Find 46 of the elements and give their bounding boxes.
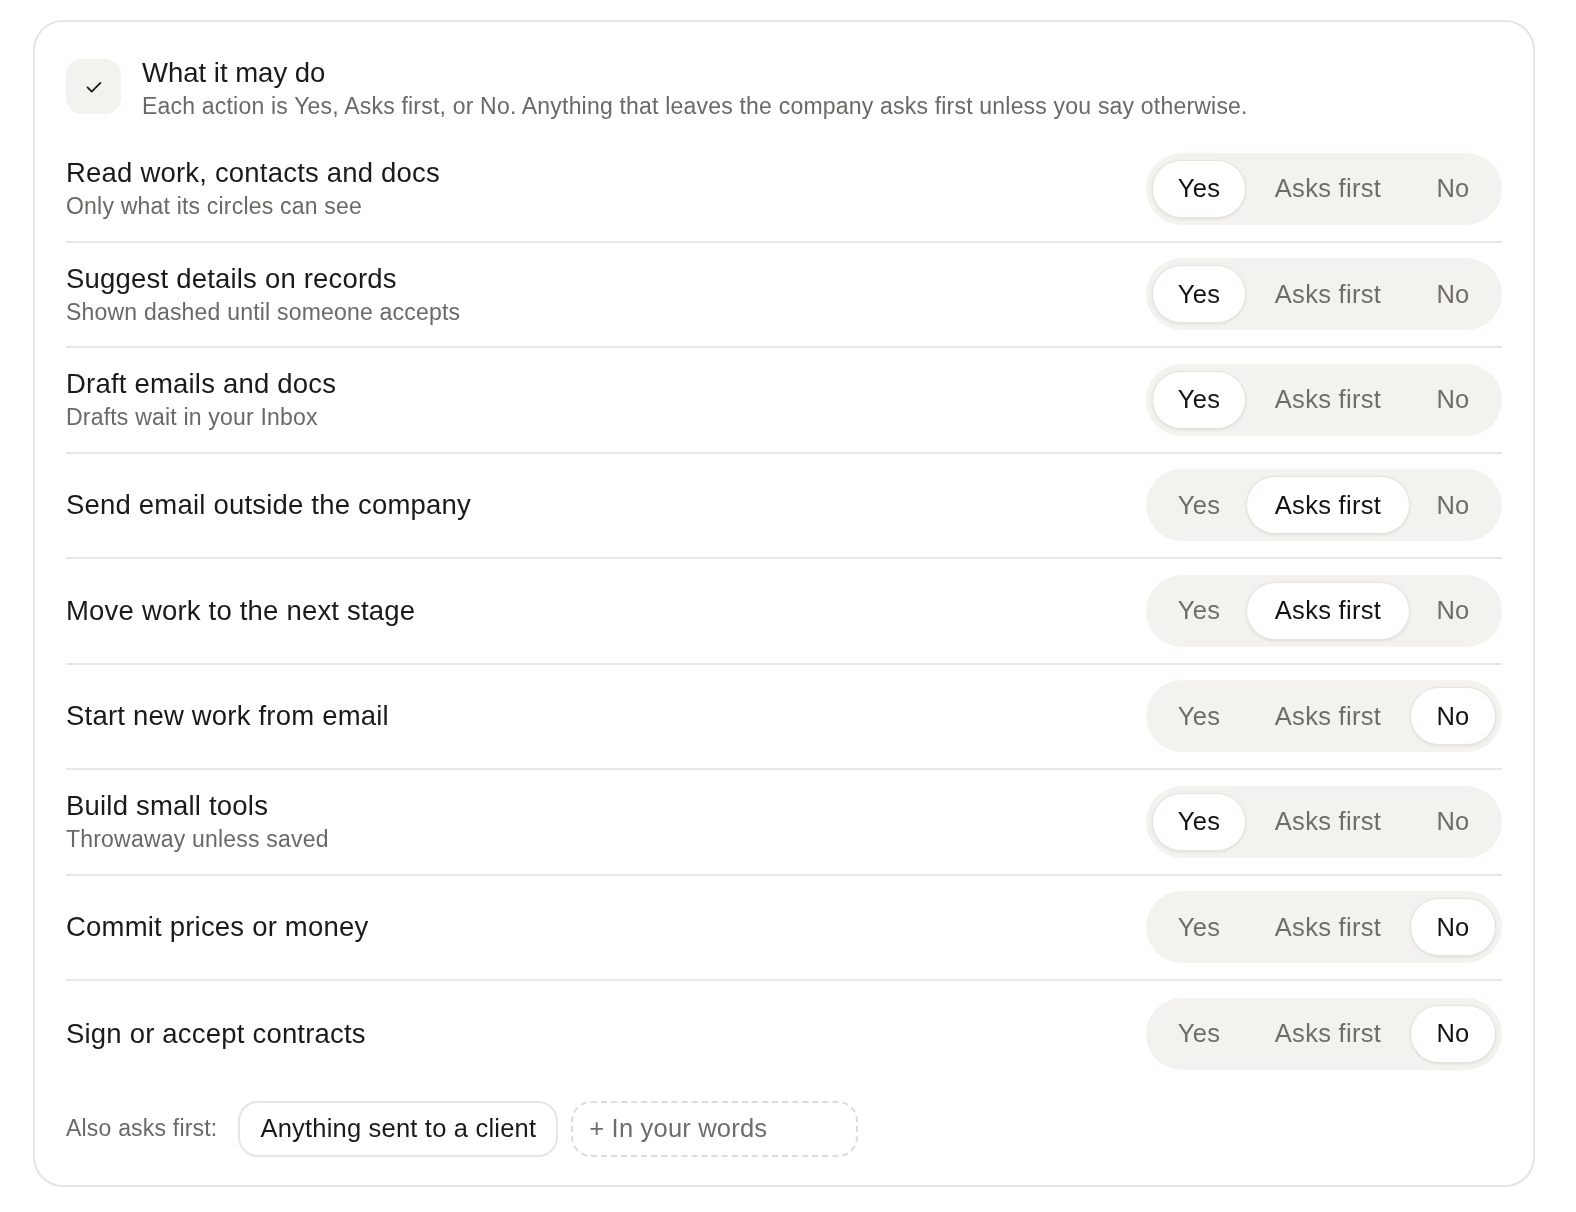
option-button[interactable]: Yes (1152, 265, 1246, 324)
rule-chip[interactable]: Anything sent to a client (238, 1100, 559, 1157)
action-description: Throwaway unless saved (66, 825, 329, 854)
action-description: Only what its circles can see (66, 192, 363, 221)
option-button[interactable]: Asks first (1246, 1004, 1410, 1063)
option-button[interactable]: Asks first (1246, 898, 1410, 957)
option-button[interactable]: No (1410, 476, 1496, 535)
action-title: Read work, contacts and docs (66, 157, 440, 190)
option-button[interactable]: Yes (1152, 687, 1246, 746)
option-button[interactable]: Yes (1152, 159, 1246, 218)
action-description: Drafts wait in your Inbox (66, 403, 319, 432)
option-button[interactable]: No (1410, 370, 1496, 429)
option-button[interactable]: Asks first (1246, 687, 1410, 746)
option-button[interactable]: No (1410, 265, 1496, 324)
option-button[interactable]: No (1410, 792, 1496, 851)
option-button[interactable]: Asks first (1246, 159, 1410, 218)
add-rule-button[interactable]: + In your words (571, 1100, 859, 1157)
option-button[interactable]: Asks first (1246, 370, 1410, 429)
option-button[interactable]: Yes (1152, 581, 1246, 640)
option-button[interactable]: No (1410, 687, 1496, 746)
section-title: What it may do (142, 57, 327, 89)
option-button[interactable]: Yes (1152, 898, 1246, 957)
option-button[interactable]: Yes (1152, 476, 1246, 535)
option-button[interactable]: Yes (1152, 370, 1246, 429)
action-description: Shown dashed until someone accepts (66, 297, 461, 326)
option-button[interactable]: No (1410, 159, 1496, 218)
action-title: Build small tools (66, 790, 270, 823)
option-button[interactable]: Yes (1152, 792, 1246, 851)
option-button[interactable]: No (1410, 1004, 1496, 1063)
action-title: Suggest details on records (66, 262, 398, 295)
action-title: Sign or accept contracts (66, 1017, 366, 1050)
option-button[interactable]: Asks first (1246, 581, 1410, 640)
section-description: Each action is Yes, Asks first, or No. Anything that leaves the company asks first unless you say otherwise. (142, 92, 1248, 120)
action-title: Send email outside the company (66, 489, 471, 522)
option-button[interactable]: Yes (1152, 1004, 1246, 1063)
option-button[interactable]: No (1410, 898, 1496, 957)
check-icon (66, 59, 121, 114)
action-title: Move work to the next stage (66, 594, 416, 627)
action-title: Commit prices or money (66, 911, 369, 944)
option-button[interactable]: Asks first (1246, 792, 1410, 851)
option-button[interactable]: Asks first (1246, 476, 1410, 535)
option-button[interactable]: Asks first (1246, 265, 1410, 324)
action-title: Start new work from email (66, 700, 389, 733)
action-title: Draft emails and docs (66, 368, 337, 401)
also-asks-first-label: Also asks first: (66, 1115, 218, 1142)
option-button[interactable]: No (1410, 581, 1496, 640)
